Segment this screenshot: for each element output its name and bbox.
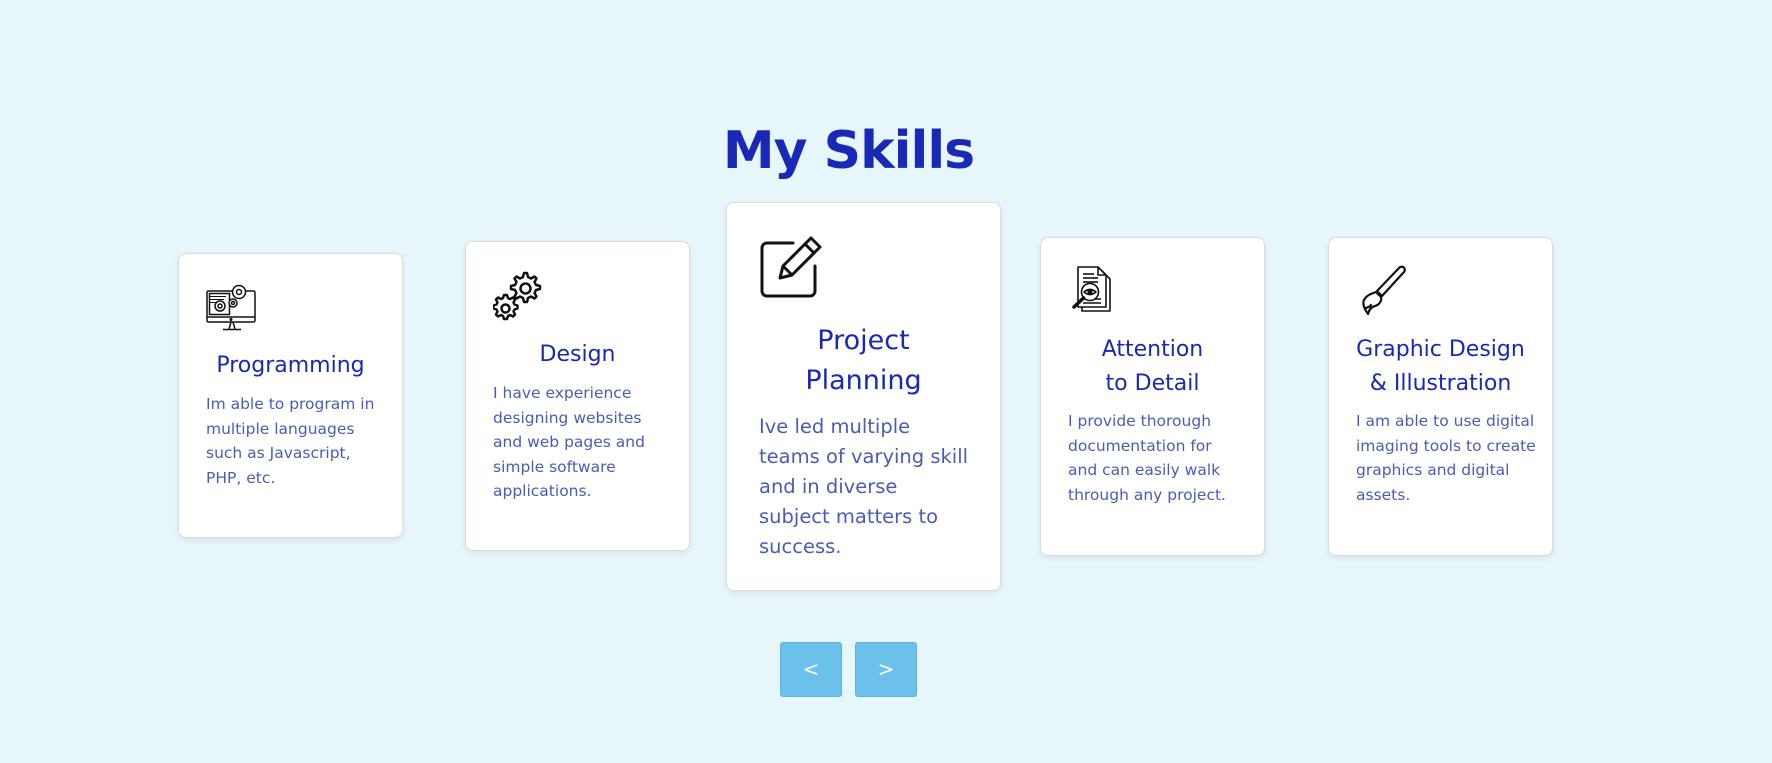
edit-pencil-icon xyxy=(760,236,822,298)
card-title: Project Planning xyxy=(805,325,922,396)
page-title: My Skills xyxy=(722,121,975,181)
paintbrush-icon xyxy=(1362,265,1406,316)
card-description: Ive led multiple teams of varying skill … xyxy=(759,415,969,558)
card-description: I am able to use digital imaging tools t… xyxy=(1356,412,1536,504)
card-description: Im able to program in multiple languages… xyxy=(206,395,375,487)
skill-card-project-planning: Project Planning Ive led multiple teams … xyxy=(726,202,1001,591)
card-description: I have experience designing websites and… xyxy=(493,384,645,500)
card-description: I provide thorough documentation for and… xyxy=(1068,412,1226,504)
skill-card-graphic-design: Graphic Design & Illustration I am able … xyxy=(1328,237,1553,556)
skill-card-attention-to-detail: Attention to Detail I provide thorough d… xyxy=(1040,237,1265,556)
gears-icon xyxy=(493,271,542,321)
card-title: Graphic Design & Illustration xyxy=(1356,337,1525,396)
skill-card-programming: Programming Im able to program in multip… xyxy=(178,253,403,538)
skill-card-design: Design I have experience designing websi… xyxy=(465,241,690,551)
carousel-next-button[interactable]: > xyxy=(855,642,917,697)
computer-gears-icon xyxy=(206,284,256,331)
carousel-prev-button[interactable]: < xyxy=(780,642,842,697)
document-inspect-icon xyxy=(1072,266,1111,312)
card-title: Design xyxy=(539,342,616,367)
card-title: Attention to Detail xyxy=(1101,337,1204,396)
card-title: Programming xyxy=(216,353,365,378)
